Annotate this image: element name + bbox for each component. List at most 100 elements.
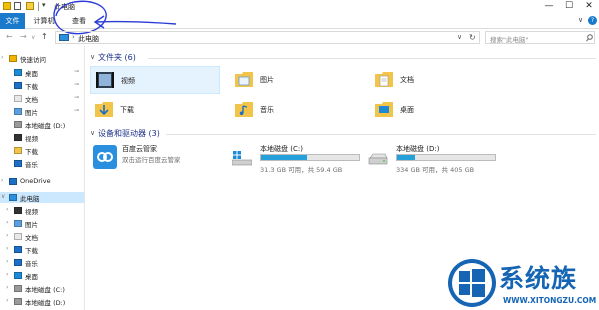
hard-drive-icon [368, 153, 388, 165]
sidebar-item[interactable]: › 图片 [0, 218, 84, 229]
pin-icon[interactable]: ⊸ [74, 107, 79, 114]
help-icon[interactable]: ? [588, 16, 597, 25]
star-icon [9, 55, 17, 62]
pin-icon[interactable]: ⊸ [74, 81, 79, 88]
sidebar-item[interactable]: › 文档 [0, 231, 84, 242]
recent-locations-button[interactable]: ∨ [31, 34, 35, 41]
address-dropdown-button[interactable]: ∨ [457, 33, 462, 41]
ribbon-expand-icon[interactable]: ∨ [578, 16, 583, 24]
document-icon [14, 233, 22, 240]
sidebar-item[interactable]: 本地磁盘 (D:) [0, 119, 84, 130]
sidebar-item[interactable]: 图片 ⊸ [0, 106, 84, 117]
refresh-button[interactable]: ↻ [469, 33, 476, 42]
pin-icon[interactable]: ⊸ [74, 94, 79, 101]
forward-button[interactable]: → [20, 32, 27, 41]
video-icon [14, 207, 22, 214]
folder-downloads[interactable]: 下载 [90, 96, 220, 124]
folders-heading[interactable]: 文件夹 (6) [98, 52, 136, 63]
folder-desktop[interactable]: 桌面 [370, 96, 500, 124]
drive-usage-fill [397, 155, 415, 160]
expand-chevron-icon[interactable]: › [6, 271, 8, 278]
windows-logo-icon [448, 259, 496, 307]
address-bar[interactable]: › 此电脑 ∨ ↻ [55, 31, 480, 44]
properties-icon[interactable] [14, 2, 21, 10]
tab-file[interactable]: 文件 [0, 13, 25, 29]
expand-chevron-icon[interactable]: › [6, 219, 8, 226]
folder-icon[interactable] [3, 2, 11, 10]
sidebar-item[interactable]: 桌面 ⊸ [0, 67, 84, 78]
drive-c[interactable]: 本地磁盘 (C:) 31.3 GB 可用，共 59.4 GB [228, 142, 363, 176]
app-baidu-cloud[interactable]: 百度云管家 双击运行百度云管家 [90, 142, 225, 176]
folder-label: 图片 [260, 76, 274, 84]
music-icon [14, 259, 22, 266]
drive-usage-fill [261, 155, 308, 160]
search-icon[interactable] [586, 34, 593, 42]
expand-chevron-icon[interactable]: › [6, 297, 8, 304]
folder-label: 视频 [121, 77, 135, 85]
breadcrumb-separator[interactable]: › [72, 33, 75, 41]
expand-chevron-icon[interactable]: › [6, 245, 8, 252]
maximize-button[interactable]: ☐ [559, 0, 579, 13]
folders-divider [148, 58, 596, 59]
sidebar-item-label: 视频 [25, 208, 38, 216]
onedrive-icon [9, 178, 17, 185]
tab-view[interactable]: 查看 [64, 13, 94, 29]
sidebar-item[interactable]: › OneDrive [0, 176, 84, 187]
expand-chevron-icon[interactable]: › [6, 258, 8, 265]
sidebar-item-label: 音乐 [25, 260, 38, 268]
folder-pictures[interactable]: 图片 [230, 66, 360, 94]
drive-d[interactable]: 本地磁盘 (D:) 334 GB 可用，共 405 GB [364, 142, 499, 176]
sidebar-item[interactable]: › 音乐 [0, 257, 84, 268]
expand-chevron-icon[interactable]: › [1, 177, 3, 184]
sidebar-item-label: 本地磁盘 (D:) [25, 299, 66, 307]
sidebar-item[interactable]: › 下载 [0, 244, 84, 255]
sidebar-item[interactable]: › 本地磁盘 (D:) [0, 296, 84, 307]
expand-chevron-icon[interactable]: › [6, 232, 8, 239]
sidebar-item[interactable]: 下载 ⊸ [0, 80, 84, 91]
devices-collapse-icon[interactable]: ∨ [90, 129, 95, 137]
minimize-button[interactable]: — [539, 0, 559, 13]
tab-computer[interactable]: 计算机 [30, 13, 58, 29]
breadcrumb-this-pc[interactable]: 此电脑 [78, 34, 99, 44]
sidebar-item[interactable]: › 快速访问 [0, 53, 84, 64]
up-button[interactable]: ↑ [41, 32, 48, 41]
sidebar-item-label: 下载 [25, 247, 38, 255]
navigation-bar: ← → ∨ ↑ › 此电脑 ∨ ↻ 搜索"此电脑" [0, 30, 599, 46]
sidebar-item-label: 下载 [25, 148, 38, 156]
sidebar-item[interactable]: › 视频 [0, 205, 84, 216]
new-folder-icon[interactable] [26, 2, 34, 10]
expand-chevron-icon[interactable]: › [1, 54, 3, 61]
watermark-url: WWW.XITONGZU.COM [503, 296, 597, 305]
expand-chevron-icon[interactable]: › [6, 284, 8, 291]
folder-videos[interactable]: 视频 [90, 66, 220, 94]
video-folder-icon [96, 72, 114, 88]
folders-collapse-icon[interactable]: ∨ [90, 53, 95, 61]
pictures-folder-icon [235, 72, 253, 87]
sidebar-item[interactable]: › 本地磁盘 (C:) [0, 283, 84, 294]
folder-music[interactable]: 音乐 [230, 96, 360, 124]
close-button[interactable]: ✕ [579, 0, 599, 13]
sidebar-item[interactable]: › 桌面 [0, 270, 84, 281]
search-input[interactable]: 搜索"此电脑" [485, 31, 595, 44]
pin-icon[interactable]: ⊸ [74, 68, 79, 75]
back-button[interactable]: ← [6, 32, 13, 41]
devices-heading[interactable]: 设备和驱动器 (3) [98, 128, 160, 139]
sidebar-item-label: 下载 [25, 83, 38, 91]
folder-documents[interactable]: 文档 [370, 66, 500, 94]
sidebar-item[interactable]: 文档 ⊸ [0, 93, 84, 104]
drive-icon [14, 121, 22, 128]
sidebar-item[interactable]: 视频 [0, 132, 84, 143]
sidebar-item[interactable]: ∨ 此电脑 [0, 192, 84, 203]
download-icon [14, 246, 22, 253]
download-icon [14, 82, 22, 89]
system-drive-icon [232, 151, 252, 166]
search-placeholder: 搜索"此电脑" [490, 36, 529, 44]
quick-access-dropdown[interactable]: ▾ [42, 1, 46, 9]
sidebar-item-label: 文档 [25, 96, 38, 104]
pictures-icon [14, 220, 22, 227]
expand-chevron-icon[interactable]: ∨ [1, 193, 5, 200]
sidebar-item-label: 图片 [25, 221, 38, 229]
expand-chevron-icon[interactable]: › [6, 206, 8, 213]
sidebar-item[interactable]: 音乐 [0, 158, 84, 169]
sidebar-item[interactable]: 下载 [0, 145, 84, 156]
